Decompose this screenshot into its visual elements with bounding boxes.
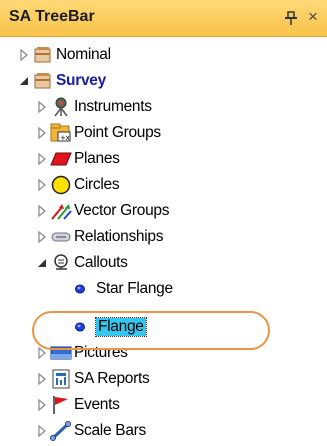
expand-arrow-icon[interactable] <box>36 179 48 191</box>
scale-bar-icon <box>50 421 72 441</box>
tree-item-label: SA Reports <box>74 370 150 387</box>
tree-view: Nominal Survey Instruments +x Point Grou… <box>0 36 327 446</box>
panel-title: SA TreeBar <box>9 8 95 25</box>
tree-item-vector-groups[interactable]: Vector Groups <box>36 198 169 224</box>
tree-item-point-groups[interactable]: +x Point Groups <box>36 120 161 146</box>
vector-icon <box>50 201 72 221</box>
expand-arrow-icon[interactable] <box>36 153 48 165</box>
tree-item-label: Instruments <box>74 98 152 115</box>
folder-stack-icon <box>32 45 54 65</box>
plane-icon <box>50 149 72 169</box>
tree-item-label: Vector Groups <box>74 202 170 219</box>
tree-item-survey[interactable]: Survey <box>18 68 106 94</box>
expand-arrow-icon[interactable] <box>36 373 48 385</box>
tree-item-sa-reports[interactable]: SA Reports <box>36 366 150 392</box>
expand-arrow-icon[interactable] <box>36 231 48 243</box>
expand-arrow-icon[interactable] <box>36 101 48 113</box>
collapse-arrow-icon[interactable] <box>18 75 30 87</box>
title-bar: SA TreeBar × <box>0 0 327 37</box>
tree-item-label: Relationships <box>74 228 164 245</box>
blue-dot-icon <box>72 279 88 299</box>
treebar-panel: SA TreeBar × Nominal Survey Instruments … <box>0 0 327 446</box>
folder-stack-icon <box>32 71 54 91</box>
tree-item-label: Callouts <box>74 254 128 271</box>
flag-icon <box>50 395 72 415</box>
point-group-icon: +x <box>50 123 72 143</box>
tree-item-star-flange[interactable]: Star Flange <box>70 276 173 302</box>
tree-item-relationships[interactable]: Relationships <box>36 224 163 250</box>
pin-icon[interactable] <box>284 10 298 26</box>
tree-item-scale-bars[interactable]: Scale Bars <box>36 418 146 444</box>
tree-item-callouts[interactable]: Callouts <box>36 250 128 276</box>
tree-item-label: Events <box>74 396 120 413</box>
expand-arrow-icon[interactable] <box>36 399 48 411</box>
highlight-annotation <box>32 311 270 350</box>
tree-item-label: Nominal <box>56 46 111 63</box>
tree-item-instruments[interactable]: Instruments <box>36 94 152 120</box>
tree-item-nominal[interactable]: Nominal <box>18 42 111 68</box>
report-icon <box>50 369 72 389</box>
tree-item-planes[interactable]: Planes <box>36 146 120 172</box>
tree-item-label: Planes <box>74 150 120 167</box>
expand-arrow-icon[interactable] <box>18 49 30 61</box>
svg-text:+x: +x <box>60 134 70 142</box>
tree-item-label: Survey <box>56 72 106 89</box>
tree-item-label: Scale Bars <box>74 422 146 439</box>
close-icon[interactable]: × <box>308 7 318 27</box>
expand-arrow-icon[interactable] <box>36 127 48 139</box>
tree-item-label: Point Groups <box>74 124 161 141</box>
tree-item-events[interactable]: Events <box>36 392 120 418</box>
tree-item-label: Circles <box>74 176 120 193</box>
relationship-icon <box>50 227 72 247</box>
instrument-icon <box>50 97 72 117</box>
tree-item-label: Star Flange <box>96 280 173 297</box>
tree-item-circles[interactable]: Circles <box>36 172 120 198</box>
expand-arrow-icon[interactable] <box>36 425 48 437</box>
collapse-arrow-icon[interactable] <box>36 257 48 269</box>
expand-arrow-icon[interactable] <box>36 205 48 217</box>
callout-icon <box>50 253 72 273</box>
circle-icon <box>50 175 72 195</box>
